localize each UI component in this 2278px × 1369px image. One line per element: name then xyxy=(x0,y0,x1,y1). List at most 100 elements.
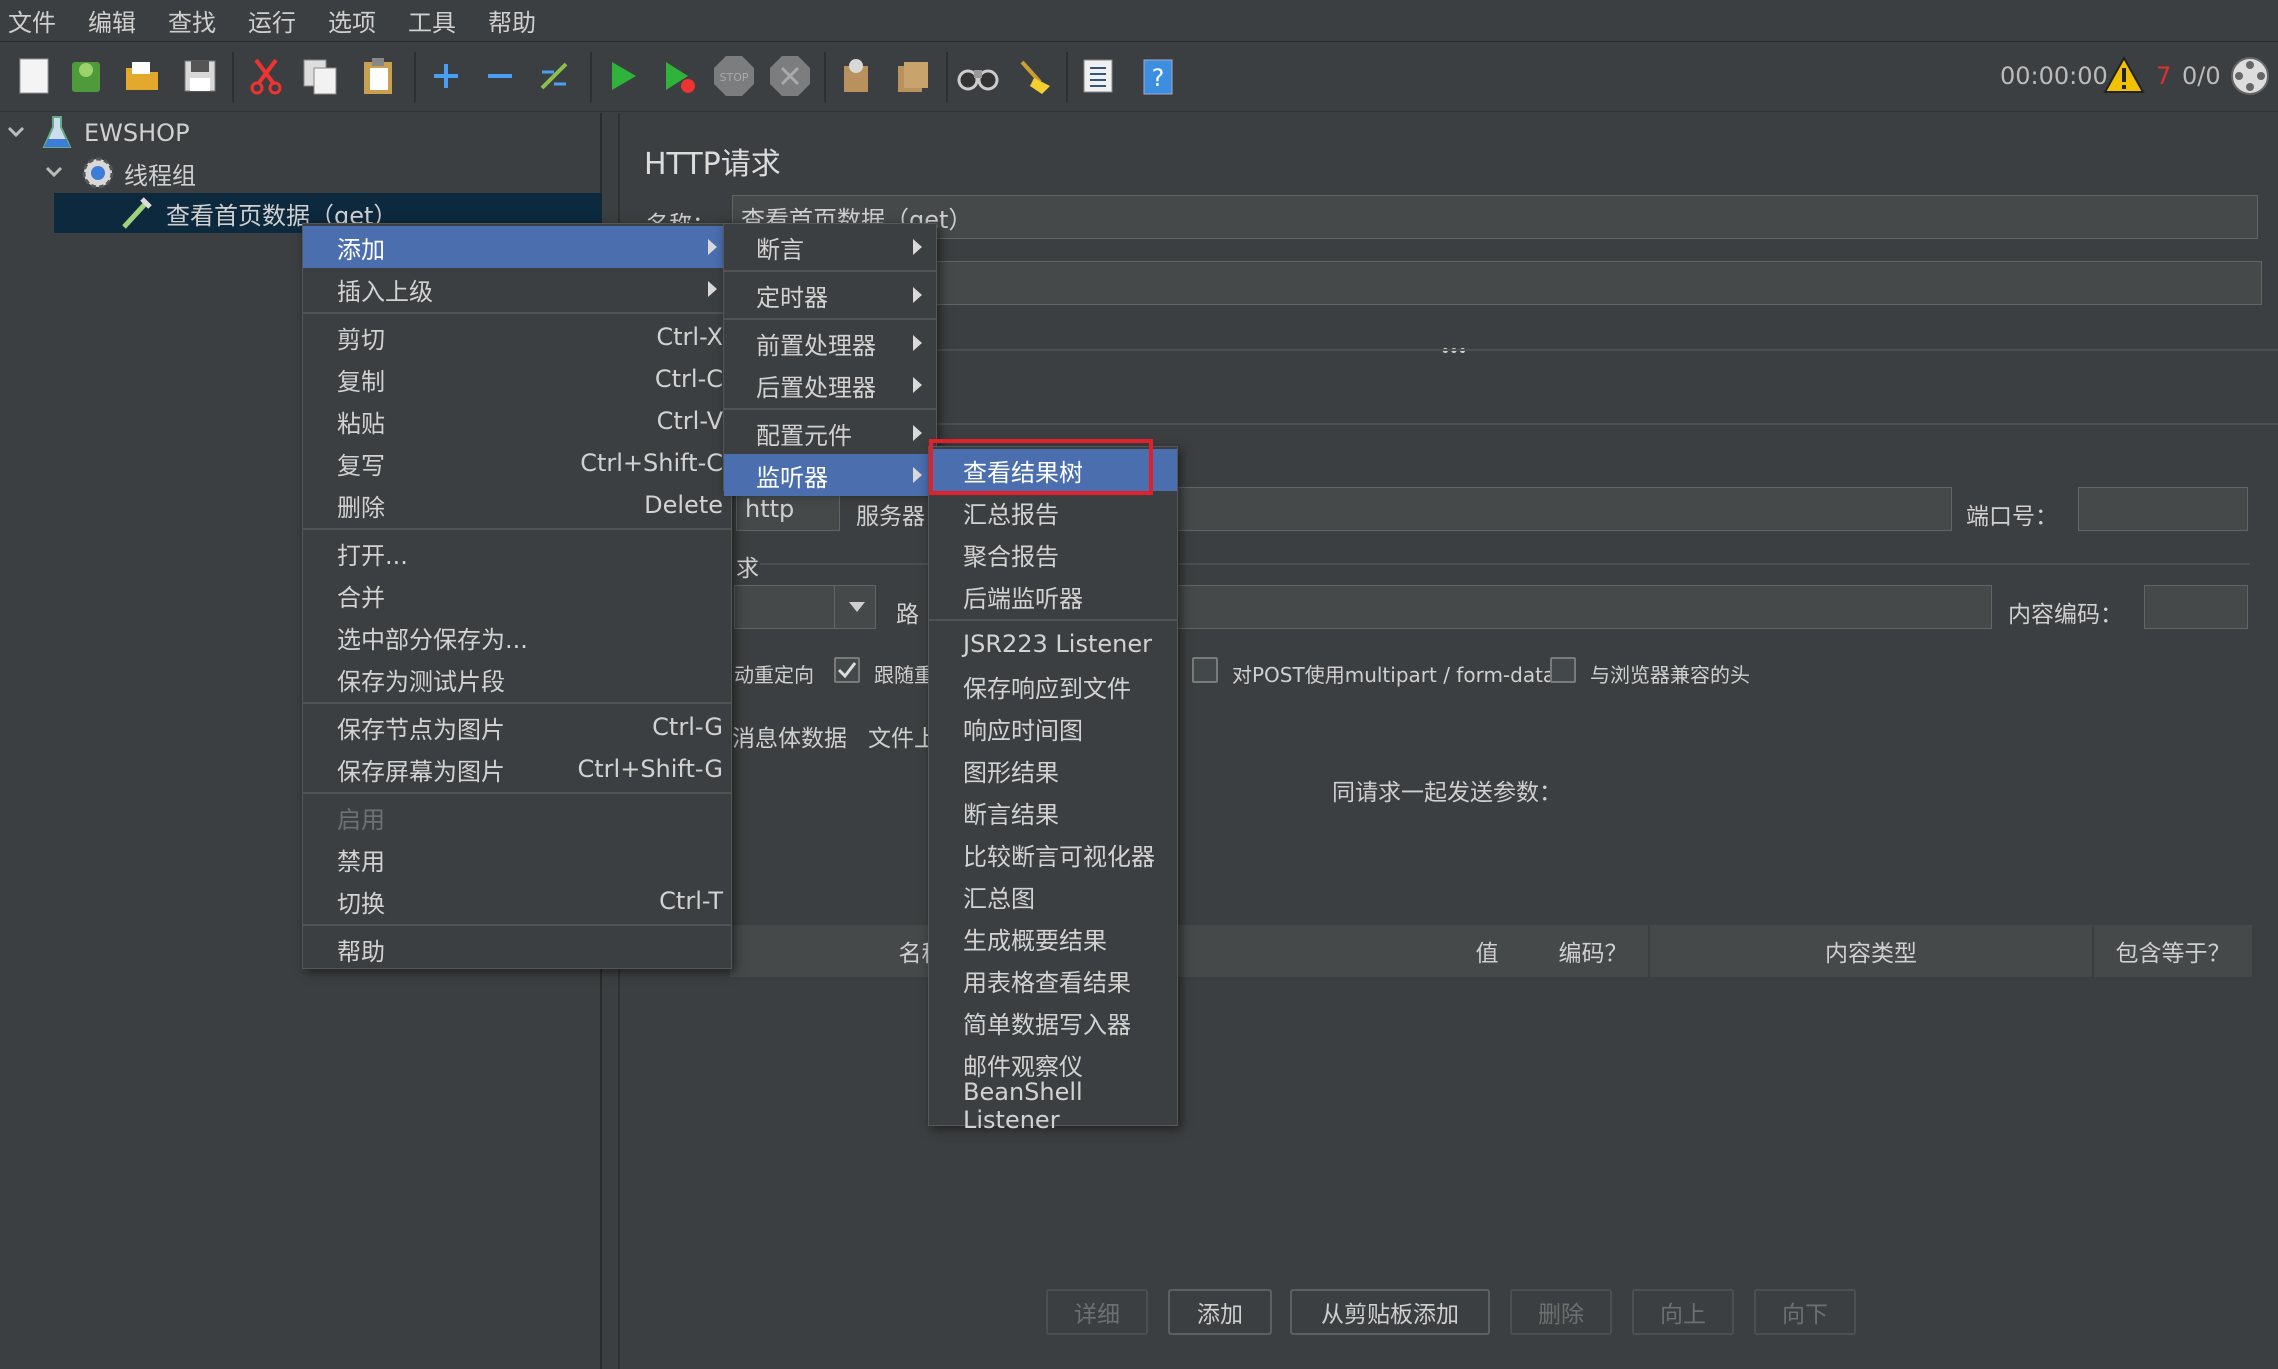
column-header-include-equals[interactable]: 包含等于？ xyxy=(2094,925,2254,977)
menu1-item-6[interactable]: 复写 Ctrl+Shift-C xyxy=(303,442,731,484)
stop-icon[interactable]: STOP xyxy=(712,54,756,98)
open-icon[interactable] xyxy=(120,54,164,98)
menu2-item-4[interactable]: 前置处理器 xyxy=(724,322,936,364)
help-icon[interactable]: ? xyxy=(1136,54,1180,98)
menu3-item-9[interactable]: 断言结果 xyxy=(929,791,1177,833)
copy-icon[interactable] xyxy=(298,54,342,98)
menu1-item-19[interactable]: 切换 Ctrl-T xyxy=(303,880,731,922)
encoding-input[interactable] xyxy=(2144,585,2248,629)
menu1-item-0[interactable]: 添加 xyxy=(303,226,731,268)
menu1-item-5[interactable]: 粘贴 Ctrl-V xyxy=(303,400,731,442)
menu-5[interactable]: 工具 xyxy=(396,3,476,38)
expand-icon[interactable] xyxy=(424,54,468,98)
chevron-down-icon[interactable] xyxy=(44,160,64,188)
menu-shortcut: Ctrl+Shift-C xyxy=(580,449,723,477)
dropdown-arrow-icon[interactable] xyxy=(834,585,878,629)
detail-button[interactable]: 详细 xyxy=(1046,1289,1148,1335)
delete-button[interactable]: 删除 xyxy=(1510,1289,1612,1335)
add-from-clipboard-button[interactable]: 从剪贴板添加 xyxy=(1290,1289,1490,1335)
menu-shortcut: Ctrl-C xyxy=(654,365,723,393)
shutdown-icon[interactable] xyxy=(768,54,812,98)
follow-redirects-checkbox[interactable] xyxy=(834,657,860,683)
menu3-item-14[interactable]: 简单数据写入器 xyxy=(929,1001,1177,1043)
menu3-item-0[interactable]: 查看结果树 xyxy=(929,439,1177,495)
tree-label-thread-group: 线程组 xyxy=(124,161,196,190)
tree-node-root[interactable]: EWSHOP xyxy=(0,113,602,153)
clear-all-icon[interactable] xyxy=(890,54,934,98)
templates-icon[interactable] xyxy=(64,54,108,98)
start-no-pause-icon[interactable] xyxy=(656,54,700,98)
menu-4[interactable]: 选项 xyxy=(316,3,396,38)
menu3-item-13[interactable]: 用表格查看结果 xyxy=(929,959,1177,1001)
encoding-label: 内容编码： xyxy=(2008,602,2123,628)
menu3-item-16[interactable]: BeanShell Listener xyxy=(929,1078,1177,1134)
menu3-item-7[interactable]: 响应时间图 xyxy=(929,707,1177,749)
comments-input[interactable] xyxy=(732,261,2262,305)
menu3-item-11[interactable]: 汇总图 xyxy=(929,875,1177,917)
menu3-item-8[interactable]: 图形结果 xyxy=(929,749,1177,791)
column-header-encode[interactable]: 编码？ xyxy=(1538,925,1650,977)
menu3-item-3[interactable]: 后端监听器 xyxy=(929,575,1177,617)
new-icon[interactable] xyxy=(12,54,56,98)
function-helper-icon[interactable] xyxy=(1076,54,1120,98)
tab-files-upload[interactable]: 文件上 xyxy=(868,719,937,753)
collapse-icon[interactable] xyxy=(478,54,522,98)
menu1-item-10[interactable]: 合并 xyxy=(303,574,731,616)
toggle-icon[interactable] xyxy=(532,54,576,98)
multipart-checkbox[interactable] xyxy=(1192,657,1218,683)
menu2-item-5[interactable]: 后置处理器 xyxy=(724,364,936,406)
menu3-item-10[interactable]: 比较断言可视化器 xyxy=(929,833,1177,875)
tree-node-thread-group[interactable]: 线程组 xyxy=(0,153,602,193)
menu-6[interactable]: 帮助 xyxy=(476,3,556,38)
browser-headers-label: 与浏览器兼容的头 xyxy=(1590,663,1750,687)
move-up-button[interactable]: 向上 xyxy=(1632,1289,1734,1335)
clear-icon[interactable] xyxy=(834,54,878,98)
reset-search-icon[interactable] xyxy=(1012,54,1056,98)
menu3-item-12[interactable]: 生成概要结果 xyxy=(929,917,1177,959)
menu1-item-12[interactable]: 保存为测试片段 xyxy=(303,658,731,700)
menu1-item-4[interactable]: 复制 Ctrl-C xyxy=(303,358,731,400)
port-input[interactable] xyxy=(2078,487,2248,531)
menu1-item-9[interactable]: 打开... xyxy=(303,532,731,574)
menu-item-label: 添加 xyxy=(337,235,385,264)
menu-separator xyxy=(724,270,936,272)
menu1-item-21[interactable]: 帮助 xyxy=(303,928,731,970)
menu3-item-1[interactable]: 汇总报告 xyxy=(929,491,1177,533)
menu2-item-8[interactable]: 监听器 xyxy=(724,454,936,496)
menu1-item-15[interactable]: 保存屏幕为图片 Ctrl+Shift-G xyxy=(303,748,731,790)
save-icon[interactable] xyxy=(178,54,222,98)
menu-3[interactable]: 运行 xyxy=(236,3,316,38)
menu-1[interactable]: 编辑 xyxy=(76,3,156,38)
menu2-item-7[interactable]: 配置元件 xyxy=(724,412,936,454)
menu1-item-14[interactable]: 保存节点为图片 Ctrl-G xyxy=(303,706,731,748)
paste-icon[interactable] xyxy=(356,54,400,98)
menu1-item-7[interactable]: 删除 Delete xyxy=(303,484,731,526)
menu-2[interactable]: 查找 xyxy=(156,3,236,38)
menu-0[interactable]: 文件 xyxy=(0,3,76,38)
splitter-handle[interactable]: ••• xyxy=(1440,341,1468,362)
name-input[interactable]: 查看首页数据（get） xyxy=(732,195,2258,239)
menu1-item-3[interactable]: 剪切 Ctrl-X xyxy=(303,316,731,358)
submenu-arrow-icon xyxy=(913,425,922,441)
menu2-item-2[interactable]: 定时器 xyxy=(724,274,936,316)
browser-headers-checkbox[interactable] xyxy=(1550,657,1576,683)
menu-item-label: 后端监听器 xyxy=(963,584,1083,613)
start-icon[interactable] xyxy=(600,54,644,98)
chevron-down-icon[interactable] xyxy=(6,120,26,148)
search-icon[interactable] xyxy=(956,54,1000,98)
menu1-item-18[interactable]: 禁用 xyxy=(303,838,731,880)
submenu-arrow-icon xyxy=(913,377,922,393)
menu3-item-6[interactable]: 保存响应到文件 xyxy=(929,665,1177,707)
move-down-button[interactable]: 向下 xyxy=(1754,1289,1856,1335)
menu1-item-1[interactable]: 插入上级 xyxy=(303,268,731,310)
tab-body-data[interactable]: 消息体数据 xyxy=(732,719,847,753)
column-header-content-type[interactable]: 内容类型 xyxy=(1650,925,2094,977)
menu1-item-11[interactable]: 选中部分保存为... xyxy=(303,616,731,658)
warning-icon[interactable] xyxy=(2102,54,2146,98)
menu3-item-5[interactable]: JSR223 Listener xyxy=(929,623,1177,665)
add-button[interactable]: 添加 xyxy=(1168,1289,1272,1335)
menu3-item-2[interactable]: 聚合报告 xyxy=(929,533,1177,575)
thread-count: 0/0 xyxy=(2182,62,2221,90)
menu2-item-0[interactable]: 断言 xyxy=(724,226,936,268)
cut-icon[interactable] xyxy=(244,54,288,98)
